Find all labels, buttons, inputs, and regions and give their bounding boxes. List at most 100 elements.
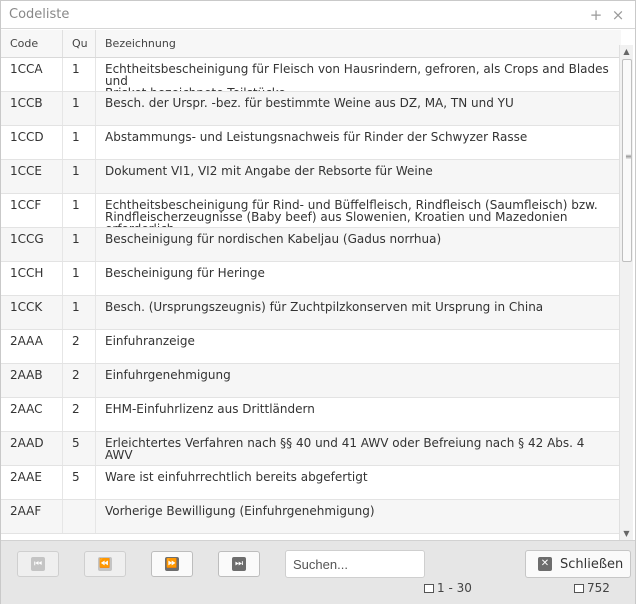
cell-qty: 1 (63, 296, 96, 329)
description-line: Bescheinigung für Heringe (105, 266, 265, 280)
scroll-up-icon[interactable]: ▲ (620, 45, 633, 59)
cell-qty: 1 (63, 228, 96, 261)
record-total: 752 (574, 581, 610, 595)
scrollbar-thumb[interactable]: ≡ (622, 59, 632, 262)
table-row[interactable]: 1CCG 1 Bescheinigung für nordischen Kabelj… (1, 228, 621, 262)
cell-description: Ware ist einfuhrrechtlich bereits abgefe… (96, 466, 621, 499)
table-row[interactable]: 1CCD 1 Abstammungs- und Leistungsnachweis … (1, 126, 621, 160)
next-page-button[interactable]: ⏩ (151, 551, 193, 577)
dialog-title: Codeliste (9, 7, 70, 22)
dialog-titlebar: Codeliste + × (1, 1, 635, 29)
description-line: Bescheinigung für nordischen Kabeljau (G… (105, 232, 442, 246)
cell-description: Dokument VI1, VI2 mit Angabe der Rebsort… (96, 160, 621, 193)
table-header: Code Qu Bezeichnung (1, 30, 621, 58)
column-header-description[interactable]: Bezeichnung (96, 30, 621, 57)
cell-qty: 2 (63, 398, 96, 431)
cell-qty: 1 (63, 92, 96, 125)
table-row[interactable]: 1CCB 1 Besch. der Urspr. -bez. für bestimm… (1, 92, 621, 126)
table-row[interactable]: 2AAD 5 Erleichtertes Verfahren nach §§ 40 … (1, 432, 621, 466)
cell-description: Einfuhranzeige (96, 330, 621, 363)
code-table: Code Qu Bezeichnung 1CCA 1 Echtheitsbesche… (1, 30, 621, 540)
cell-description: Bescheinigung für nordischen Kabeljau (G… (96, 228, 621, 261)
vertical-scrollbar[interactable]: ▲ ≡ ▼ (619, 45, 633, 541)
cell-code: 1CCD (1, 126, 63, 159)
column-header-code[interactable]: Code (1, 30, 63, 57)
scroll-down-icon[interactable]: ▼ (620, 527, 633, 541)
cell-description: Besch. (Ursprungszeugnis) für Zuchtpilzk… (96, 296, 621, 329)
table-row[interactable]: 2AAE 5 Ware ist einfuhrrechtlich bereits a… (1, 466, 621, 500)
cell-code: 1CCK (1, 296, 63, 329)
search-input[interactable] (285, 550, 425, 578)
description-line: Echtheitsbescheinigung für Fleisch von H… (105, 62, 609, 88)
table-row[interactable]: 1CCK 1 Besch. (Ursprungszeugnis) für Zucht… (1, 296, 621, 330)
dialog-footer: ⏮ ⏪ ⏩ ⏭ ✕ Schließen 1 - 30 752 (1, 540, 635, 604)
cell-description: Bescheinigung für Heringe (96, 262, 621, 295)
cell-code: 2AAA (1, 330, 63, 363)
close-button-label: Schließen (560, 556, 624, 572)
cell-qty: 2 (63, 330, 96, 363)
close-icon[interactable]: × (609, 6, 627, 24)
cell-code: 1CCE (1, 160, 63, 193)
description-line: EHM-Einfuhrlizenz aus Drittländern (105, 402, 315, 416)
table-row[interactable]: 2AAF Vorherige Bewilligung (Einfuhrgenehm… (1, 500, 621, 534)
previous-page-icon: ⏪ (98, 557, 112, 571)
cell-code: 2AAE (1, 466, 63, 499)
table-row[interactable]: 1CCE 1 Dokument VI1, VI2 mit Angabe der Re… (1, 160, 621, 194)
previous-page-button[interactable]: ⏪ (84, 551, 126, 577)
description-line: Brisket bezeichnete Teilstücke (105, 87, 615, 91)
cell-qty: 1 (63, 58, 96, 91)
cell-code: 1CCF (1, 194, 63, 227)
description-line: Einfuhranzeige (105, 334, 195, 348)
close-button[interactable]: ✕ Schließen (525, 550, 631, 578)
description-line: Besch. (Ursprungszeugnis) für Zuchtpilzk… (105, 300, 544, 314)
cell-qty: 2 (63, 364, 96, 397)
page-icon (424, 583, 434, 593)
column-header-qty[interactable]: Qu (63, 30, 96, 57)
record-range: 1 - 30 (424, 581, 472, 595)
cell-code: 1CCG (1, 228, 63, 261)
cell-code: 1CCA (1, 58, 63, 91)
cell-qty: 1 (63, 126, 96, 159)
cell-description: Echtheitsbescheinigung für Fleisch von H… (96, 58, 621, 91)
cell-qty: 1 (63, 194, 96, 227)
table-row[interactable]: 2AAB 2 Einfuhrgenehmigung (1, 364, 621, 398)
cell-description: Einfuhrgenehmigung (96, 364, 621, 397)
table-body: 1CCA 1 Echtheitsbescheinigung für Fleisch … (1, 58, 621, 534)
first-page-button[interactable]: ⏮ (17, 551, 59, 577)
record-total-text: 752 (587, 581, 610, 595)
cell-qty: 1 (63, 262, 96, 295)
first-page-icon: ⏮ (31, 557, 45, 571)
add-icon[interactable]: + (587, 6, 605, 24)
description-line: Abstammungs- und Leistungsnachweis für R… (105, 130, 528, 144)
table-row[interactable]: 1CCH 1 Bescheinigung für Heringe (1, 262, 621, 296)
cell-qty: 5 (63, 466, 96, 499)
description-line: Einfuhrgenehmigung (105, 368, 231, 382)
cell-description: EHM-Einfuhrlizenz aus Drittländern (96, 398, 621, 431)
table-row[interactable]: 1CCF 1 Echtheitsbescheinigung für Rind- un… (1, 194, 621, 228)
table-row[interactable]: 1CCA 1 Echtheitsbescheinigung für Fleisch … (1, 58, 621, 92)
last-page-button[interactable]: ⏭ (218, 551, 260, 577)
table-row[interactable]: 2AAA 2 Einfuhranzeige (1, 330, 621, 364)
table-row[interactable]: 2AAC 2 EHM-Einfuhrlizenz aus Drittländern (1, 398, 621, 432)
description-line: Ware ist einfuhrrechtlich bereits abgefe… (105, 470, 368, 484)
cell-code: 2AAF (1, 500, 63, 533)
description-line: Erleichtertes Verfahren nach §§ 40 und 4… (105, 436, 585, 462)
record-range-text: 1 - 30 (437, 581, 472, 595)
description-line: Dokument VI1, VI2 mit Angabe der Rebsort… (105, 164, 433, 178)
cell-code: 1CCH (1, 262, 63, 295)
grip-icon: ≡ (625, 152, 632, 161)
description-line: Vorherige Bewilligung (Einfuhrgenehmigun… (105, 504, 375, 518)
cell-code: 2AAB (1, 364, 63, 397)
cell-code: 1CCB (1, 92, 63, 125)
cell-qty (63, 500, 96, 533)
cell-code: 2AAC (1, 398, 63, 431)
cell-description: Echtheitsbescheinigung für Rind- und Büf… (96, 194, 621, 227)
codelist-dialog: Codeliste + × Code Qu Bezeichnung 1CCA 1 E… (0, 0, 636, 604)
cell-qty: 1 (63, 160, 96, 193)
cell-description: Vorherige Bewilligung (Einfuhrgenehmigun… (96, 500, 621, 533)
last-page-icon: ⏭ (232, 557, 246, 571)
cell-description: Abstammungs- und Leistungsnachweis für R… (96, 126, 621, 159)
description-line: Rindfleischerzeugnisse (Baby beef) aus S… (105, 210, 568, 227)
description-line: Besch. der Urspr. -bez. für bestimmte We… (105, 96, 514, 110)
cell-description: Erleichtertes Verfahren nach §§ 40 und 4… (96, 432, 621, 465)
